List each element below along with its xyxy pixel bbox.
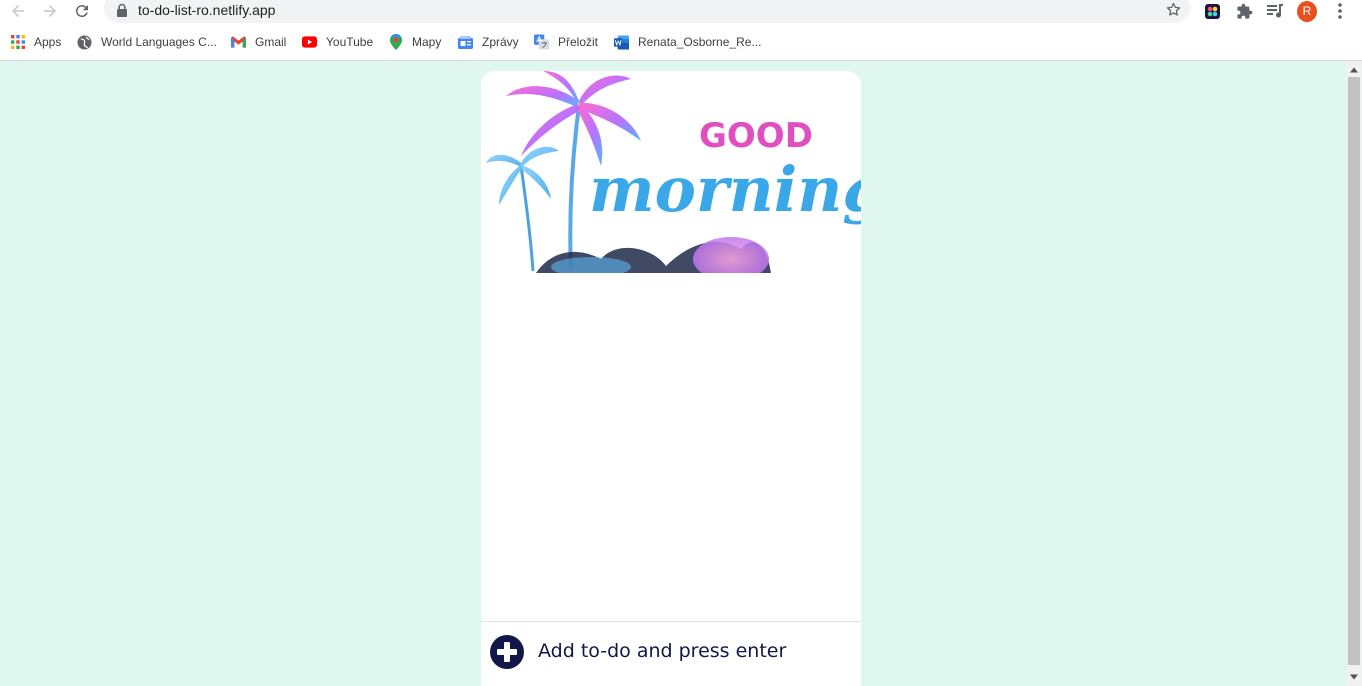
- bookmark-label: Přeložit: [558, 35, 599, 49]
- bookmark-youtube[interactable]: YouTube: [302, 32, 373, 52]
- scrollbar-thumb[interactable]: [1348, 77, 1360, 665]
- plus-icon: [497, 642, 517, 662]
- bookmark-world-languages[interactable]: World Languages C...: [77, 32, 217, 52]
- apps-grid-icon: [10, 35, 25, 50]
- hero-text-good: GOOD: [699, 116, 813, 156]
- scroll-down-arrow-icon[interactable]: [1349, 672, 1359, 682]
- media-queue-icon[interactable]: [1265, 1, 1285, 21]
- hero-text-morning: morning: [589, 153, 861, 226]
- bookmark-label: World Languages C...: [101, 35, 217, 49]
- news-icon: [458, 35, 473, 50]
- page-viewport: GOOD morning: [0, 61, 1346, 686]
- page-scrollbar[interactable]: [1346, 61, 1362, 686]
- bookmark-label: Mapy: [412, 35, 442, 49]
- url-text[interactable]: to-do-list-ro.netlify.app: [138, 2, 275, 18]
- address-bar[interactable]: to-do-list-ro.netlify.app: [104, 0, 1190, 23]
- add-todo-row: [481, 622, 861, 682]
- puzzle-icon[interactable]: [1234, 1, 1254, 21]
- maps-pin-icon: [388, 34, 403, 50]
- browser-toolbar: to-do-list-ro.netlify.app R: [0, 0, 1362, 24]
- bookmark-zpravy[interactable]: Zprávy: [458, 32, 519, 52]
- good-morning-hero-image: GOOD morning: [481, 71, 861, 273]
- star-icon[interactable]: [1165, 1, 1182, 18]
- bookmark-apps[interactable]: Apps: [10, 32, 61, 52]
- bookmark-label: YouTube: [326, 35, 374, 49]
- gmail-icon: [231, 35, 246, 50]
- bookmark-label: Zprávy: [482, 35, 519, 49]
- extension-icon[interactable]: [1202, 1, 1222, 21]
- word-doc-icon: [614, 34, 629, 50]
- bookmark-word-document[interactable]: Renata_Osborne_Re...: [614, 32, 761, 52]
- bookmarks-bar: Apps World Languages C... Gmail YouTube: [0, 29, 1362, 55]
- kebab-menu-icon[interactable]: [1330, 1, 1350, 21]
- youtube-icon: [302, 35, 317, 50]
- bookmark-label: Gmail: [255, 35, 287, 49]
- bookmark-label: Renata_Osborne_Re...: [638, 35, 762, 49]
- profile-avatar[interactable]: R: [1297, 0, 1317, 22]
- todo-card: GOOD morning: [481, 71, 861, 686]
- bookmark-prelozit[interactable]: Přeložit: [534, 32, 598, 52]
- bookmark-label: Apps: [34, 35, 62, 49]
- lock-icon[interactable]: [116, 3, 128, 17]
- globe-icon: [77, 34, 92, 50]
- add-todo-input[interactable]: [538, 636, 848, 666]
- scroll-up-arrow-icon[interactable]: [1349, 65, 1359, 75]
- back-icon[interactable]: [6, 0, 30, 22]
- reload-icon[interactable]: [70, 0, 94, 22]
- translate-icon: [534, 34, 549, 50]
- bookmark-mapy[interactable]: Mapy: [388, 32, 441, 52]
- add-todo-button[interactable]: [490, 635, 524, 669]
- forward-icon[interactable]: [38, 0, 62, 22]
- bookmark-gmail[interactable]: Gmail: [231, 32, 286, 52]
